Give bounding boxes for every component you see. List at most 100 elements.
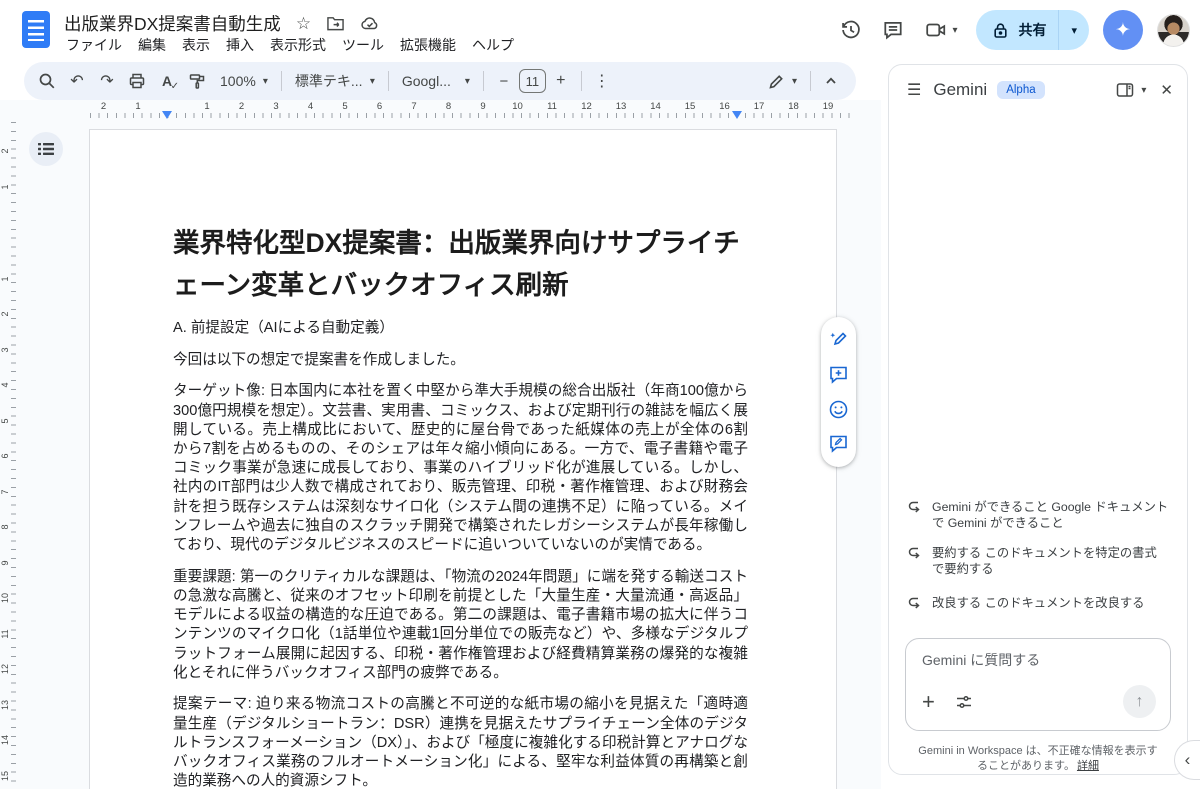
gemini-side-panel: ☰ Gemini Alpha ▾ ✕ Gemini ができること Google … — [888, 64, 1188, 775]
panel-menu-hamburger-icon[interactable]: ☰ — [907, 80, 921, 100]
document-title[interactable]: 出版業界DX提案書自動生成 — [64, 11, 281, 36]
lock-icon — [992, 22, 1009, 39]
h-ruler-number: 9 — [480, 101, 485, 112]
document-page[interactable]: 業界特化型DX提案書：出版業界向けサプライチェーン変革とバックオフィス刷新 A.… — [90, 130, 836, 789]
suggest-edits-icon[interactable] — [828, 433, 849, 454]
left-indent-marker[interactable] — [162, 111, 172, 119]
menu-extensions[interactable]: 拡張機能 — [392, 33, 464, 57]
emoji-reaction-icon[interactable] — [828, 399, 849, 420]
attach-plus-icon[interactable]: + — [922, 689, 935, 715]
increase-font-size-button[interactable]: + — [546, 66, 576, 96]
meet-video-call-icon[interactable]: ▾ — [914, 10, 968, 50]
gemini-panel-title: Gemini — [933, 80, 987, 100]
sparkle-icon: ✦ — [1115, 19, 1131, 42]
suggestion-improve[interactable]: 改良する このドキュメントを改良する — [907, 595, 1169, 612]
gemini-spark-button[interactable]: ✦ — [1103, 10, 1143, 50]
undo-icon[interactable]: ↶ — [62, 66, 92, 96]
more-options-kebab-icon[interactable]: ⋮ — [587, 66, 617, 96]
h-ruler-number: 13 — [616, 101, 627, 112]
horizontal-ruler[interactable]: 1212345678910111213141516171819 — [0, 100, 880, 122]
document-paragraph[interactable]: A. 前提設定（AIによる自動定義） — [173, 319, 748, 338]
right-indent-marker[interactable] — [732, 111, 742, 119]
disclaimer-details-link[interactable]: 詳細 — [1077, 760, 1099, 772]
h-ruler-number: 17 — [754, 101, 765, 112]
document-paragraph[interactable]: 重要課題: 第一のクリティカルな課題は、「物流の2024年問題」に端を発する輸送… — [173, 568, 748, 683]
send-prompt-button[interactable]: ↑ — [1123, 685, 1156, 718]
document-paragraph[interactable]: 今回は以下の想定で提案書を作成しました。 — [173, 351, 748, 370]
share-button[interactable]: 共有 ▾ — [976, 10, 1089, 50]
spellcheck-icon[interactable]: A✓ — [152, 66, 182, 96]
suggestion-summarize[interactable]: 要約する このドキュメントを特定の書式で要約する — [907, 545, 1169, 578]
gemini-prompt-card[interactable]: + ↑ — [905, 638, 1171, 731]
meet-caret-icon[interactable]: ▾ — [952, 25, 957, 36]
decrease-font-size-button[interactable]: − — [489, 66, 519, 96]
move-folder-icon[interactable] — [326, 15, 345, 32]
h-ruler-number: 4 — [308, 101, 313, 112]
tune-options-icon[interactable] — [955, 694, 973, 710]
h-ruler-number: 3 — [273, 101, 278, 112]
menu-view[interactable]: 表示 — [174, 33, 218, 57]
menu-file[interactable]: ファイル — [58, 33, 130, 57]
font-size-input[interactable]: 11 — [519, 69, 546, 93]
v-ruler-number: 1 — [0, 181, 10, 193]
version-history-icon[interactable] — [830, 10, 872, 50]
toolbar-separator — [581, 71, 582, 91]
v-ruler-number: 4 — [0, 379, 10, 391]
hide-menus-chevron-up-icon[interactable] — [816, 66, 846, 96]
gemini-prompt-input[interactable] — [922, 652, 1156, 668]
print-icon[interactable] — [122, 66, 152, 96]
open-in-side-panel-icon[interactable] — [1116, 82, 1134, 98]
font-caret-icon: ▾ — [465, 76, 470, 87]
menu-edit[interactable]: 編集 — [130, 33, 174, 57]
paragraph-style-select[interactable]: 標準テキ... ▾ — [287, 66, 383, 96]
suggestion-label: 改良する このドキュメントを改良する — [932, 595, 1144, 612]
toolbar-separator — [388, 71, 389, 91]
toolbar-separator — [281, 71, 282, 91]
panel-caret-icon[interactable]: ▾ — [1141, 85, 1146, 96]
prompt-arrow-icon — [907, 546, 921, 578]
editing-mode-select[interactable]: ▾ — [760, 66, 805, 96]
add-comment-icon[interactable] — [828, 364, 849, 385]
h-ruler-number: 1 — [135, 101, 140, 112]
redo-icon[interactable]: ↷ — [92, 66, 122, 96]
document-paragraph[interactable]: 提案テーマ: 迫り来る物流コストの高騰と不可逆的な紙市場の縮小を見据えた「適時適… — [173, 695, 748, 789]
share-button-main[interactable]: 共有 — [976, 10, 1058, 50]
toolbar-separator — [483, 71, 484, 91]
v-ruler-number: 1 — [0, 273, 10, 285]
h-ruler-number: 1 — [204, 101, 209, 112]
h-ruler-number: 7 — [411, 101, 416, 112]
zoom-select[interactable]: 100% ▾ — [212, 66, 276, 96]
star-icon[interactable]: ☆ — [296, 15, 311, 32]
mode-caret-icon: ▾ — [792, 76, 797, 87]
v-ruler-number: 7 — [0, 486, 10, 498]
suggestion-label: 要約する このドキュメントを特定の書式で要約する — [932, 545, 1169, 578]
menu-tools[interactable]: ツール — [334, 33, 392, 57]
paint-format-icon[interactable] — [182, 66, 212, 96]
close-panel-icon[interactable]: ✕ — [1160, 81, 1173, 99]
document-outline-button[interactable] — [29, 132, 63, 166]
style-caret-icon: ▾ — [370, 76, 375, 87]
h-ruler-number: 6 — [377, 101, 382, 112]
share-caret-icon[interactable]: ▾ — [1059, 24, 1089, 37]
floating-action-rail — [821, 317, 856, 467]
v-ruler-number: 2 — [0, 308, 10, 320]
pencil-icon — [768, 73, 785, 90]
menu-format[interactable]: 表示形式 — [262, 33, 334, 57]
user-avatar[interactable] — [1157, 14, 1190, 47]
menu-bar: ファイル 編集 表示 挿入 表示形式 ツール 拡張機能 ヘルプ — [58, 33, 522, 57]
menu-insert[interactable]: 挿入 — [218, 33, 262, 57]
document-paragraph[interactable]: ターゲット像: 日本国内に本社を置く中堅から準大手規模の総合出版社（年商100億… — [173, 382, 748, 555]
document-heading[interactable]: 業界特化型DX提案書：出版業界向けサプライチェーン変革とバックオフィス刷新 — [173, 222, 748, 306]
search-menus-icon[interactable] — [32, 66, 62, 96]
cloud-status-icon[interactable] — [360, 15, 380, 31]
h-ruler-number: 10 — [512, 101, 523, 112]
comments-icon[interactable] — [872, 10, 914, 50]
suggestion-what-gemini-can-do[interactable]: Gemini ができること Google ドキュメントで Gemini ができる… — [907, 499, 1169, 532]
zoom-caret-icon: ▾ — [263, 76, 268, 87]
vertical-ruler[interactable]: 12123456789101112131415 — [0, 122, 18, 789]
google-docs-logo-icon[interactable] — [22, 11, 50, 48]
font-family-select[interactable]: Googl... ▾ — [394, 66, 478, 96]
menu-help[interactable]: ヘルプ — [464, 33, 522, 57]
outline-list-icon — [38, 142, 54, 156]
help-me-write-icon[interactable] — [828, 330, 849, 351]
